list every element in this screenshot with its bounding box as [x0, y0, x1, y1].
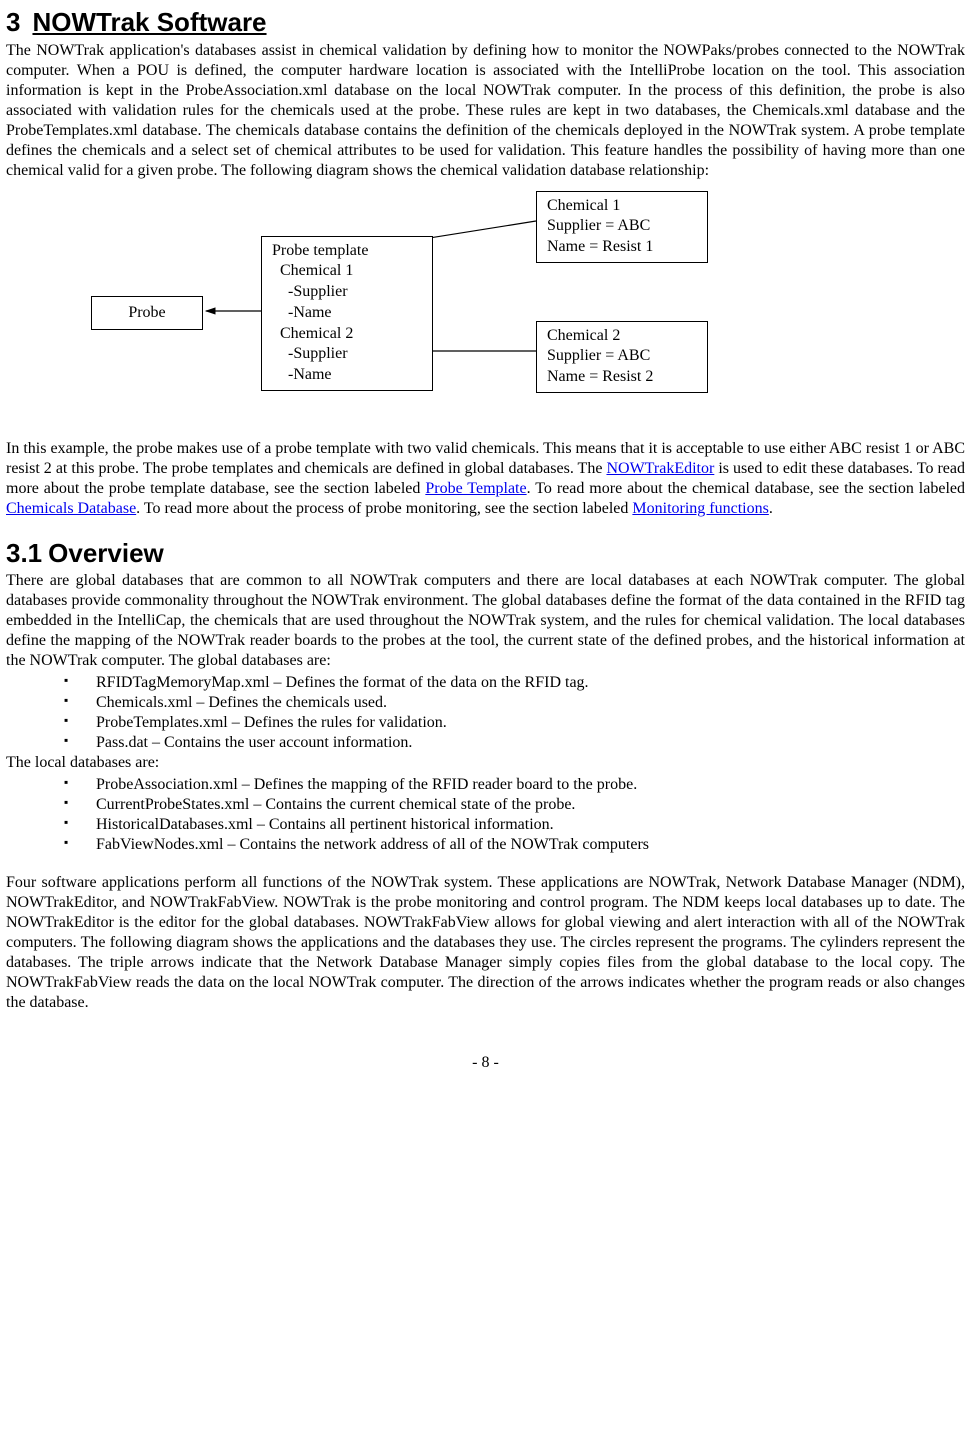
relationship-diagram: Probe Probe template Chemical 1 -Supplie…	[6, 191, 906, 431]
link-monitoring-functions[interactable]: Monitoring functions	[632, 500, 768, 517]
local-db-list: ProbeAssociation.xml – Defines the mappi…	[6, 775, 965, 855]
tmpl-line: -Name	[272, 303, 422, 324]
section31-para1: There are global databases that are comm…	[6, 571, 965, 671]
chem1-line: Supplier = ABC	[547, 216, 697, 237]
spacer	[6, 855, 965, 871]
list-item: HistoricalDatabases.xml – Contains all p…	[64, 815, 965, 835]
list-item: FabViewNodes.xml – Contains the network …	[64, 835, 965, 855]
section3-para1: The NOWTrak application's databases assi…	[6, 41, 965, 181]
diagram-box-template: Probe template Chemical 1 -Supplier -Nam…	[261, 236, 433, 392]
list-item: ProbeAssociation.xml – Defines the mappi…	[64, 775, 965, 795]
list-item: RFIDTagMemoryMap.xml – Defines the forma…	[64, 673, 965, 693]
chem2-line: Chemical 2	[547, 326, 697, 347]
list-item: Pass.dat – Contains the user account inf…	[64, 733, 965, 753]
tmpl-line: -Supplier	[272, 344, 422, 365]
tmpl-line: Chemical 1	[272, 261, 422, 282]
link-probe-template[interactable]: Probe Template	[425, 480, 526, 497]
chem1-line: Chemical 1	[547, 196, 697, 217]
diagram-box-chemical-1: Chemical 1 Supplier = ABC Name = Resist …	[536, 191, 708, 263]
heading-number: 3	[6, 6, 20, 39]
link-chemicals-database[interactable]: Chemicals Database	[6, 500, 136, 517]
tmpl-line: Chemical 2	[272, 324, 422, 345]
tmpl-line: -Supplier	[272, 282, 422, 303]
link-nowtrakeditor[interactable]: NOWTrakEditor	[606, 460, 714, 477]
heading-number: 3.1	[6, 537, 42, 570]
diagram-probe-label: Probe	[128, 304, 165, 321]
list-item: Chemicals.xml – Defines the chemicals us…	[64, 693, 965, 713]
tmpl-line: -Name	[272, 365, 422, 386]
global-db-list: RFIDTagMemoryMap.xml – Defines the forma…	[6, 673, 965, 753]
chem1-line: Name = Resist 1	[547, 237, 697, 258]
para2-text: . To read more about the chemical databa…	[527, 480, 965, 497]
chem2-line: Name = Resist 2	[547, 367, 697, 388]
tmpl-line: Probe template	[272, 241, 422, 262]
para2-text: .	[769, 500, 773, 517]
heading-title: Overview	[48, 538, 164, 568]
heading-title: NOWTrak Software	[32, 7, 266, 37]
section3-para2: In this example, the probe makes use of …	[6, 439, 965, 519]
para2-text: . To read more about the process of prob…	[136, 500, 632, 517]
heading-section-3-1: 3.1Overview	[6, 537, 965, 570]
diagram-box-chemical-2: Chemical 2 Supplier = ABC Name = Resist …	[536, 321, 708, 393]
section31-para2: Four software applications perform all f…	[6, 873, 965, 1013]
diagram-box-probe: Probe	[91, 296, 203, 331]
heading-section-3: 3 NOWTrak Software	[6, 6, 965, 39]
list-item: ProbeTemplates.xml – Defines the rules f…	[64, 713, 965, 733]
page-number: - 8 -	[6, 1053, 965, 1073]
local-db-intro: The local databases are:	[6, 753, 965, 773]
chem2-line: Supplier = ABC	[547, 346, 697, 367]
list-item: CurrentProbeStates.xml – Contains the cu…	[64, 795, 965, 815]
